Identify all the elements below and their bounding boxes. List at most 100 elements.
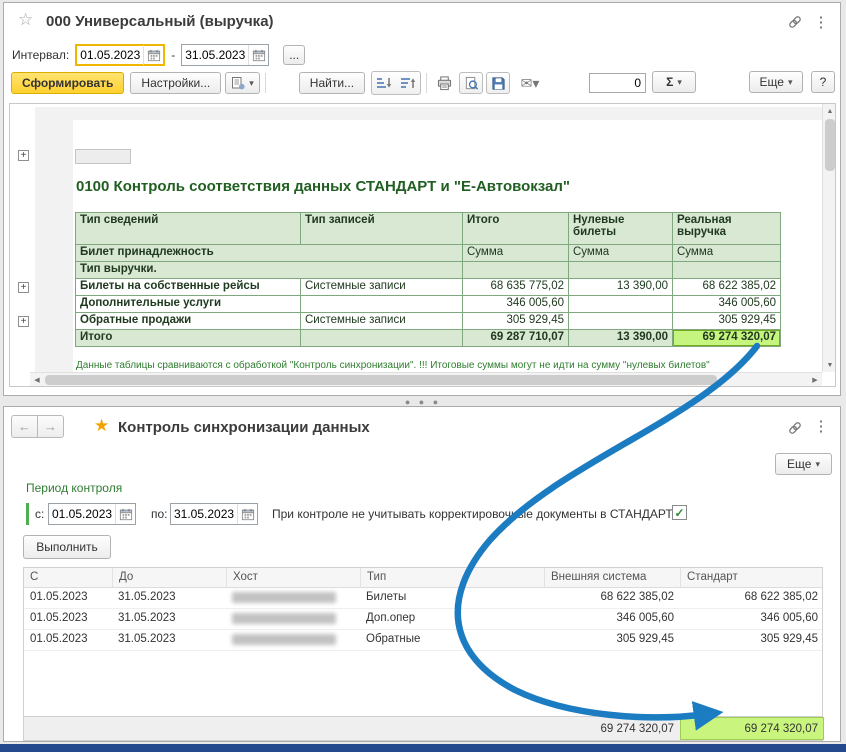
settings-button[interactable]: Настройки...: [130, 72, 221, 94]
table-row[interactable]: 01.05.2023 31.05.2023 Доп.опер 346 005,6…: [24, 609, 822, 630]
report-cell[interactable]: [301, 296, 463, 313]
report-col-header[interactable]: Тип сведений: [76, 213, 301, 245]
more-button[interactable]: Еще ▾: [749, 71, 803, 93]
interval-from-field[interactable]: [75, 44, 165, 66]
calendar-icon[interactable]: [248, 45, 268, 65]
report-cell[interactable]: 69 287 710,07: [463, 330, 569, 347]
interval-to-input[interactable]: [182, 46, 248, 64]
scroll-down-icon[interactable]: ▼: [823, 358, 836, 372]
favorite-star-icon[interactable]: ☆: [18, 10, 33, 30]
scroll-right-icon[interactable]: ▶: [808, 373, 822, 387]
report-cell[interactable]: 346 005,60: [673, 296, 781, 313]
mail-icon[interactable]: ✉▾: [513, 72, 547, 94]
link-icon[interactable]: [787, 420, 803, 436]
report-cell[interactable]: 346 005,60: [463, 296, 569, 313]
link-icon[interactable]: [787, 14, 803, 30]
report-cell[interactable]: Итого: [76, 330, 301, 347]
report-cell[interactable]: Системные записи: [301, 279, 463, 296]
report-variants-button[interactable]: ▾: [225, 72, 260, 94]
report-cell[interactable]: Тип выручки.: [76, 262, 463, 279]
col-header[interactable]: Хост: [226, 568, 360, 587]
col-header[interactable]: С: [24, 568, 112, 587]
vertical-scrollbar[interactable]: ▲ ▼: [822, 104, 836, 372]
print-icon[interactable]: [432, 72, 456, 94]
report-cell[interactable]: Сумма: [569, 245, 673, 262]
report-cell[interactable]: 68 622 385,02: [673, 279, 781, 296]
sum-button[interactable]: Σ ▾: [652, 71, 696, 93]
table-row[interactable]: 01.05.2023 31.05.2023 Билеты 68 622 385,…: [24, 588, 822, 609]
report-cell[interactable]: [673, 262, 781, 279]
report-col-header[interactable]: Нулевые билеты: [569, 213, 673, 245]
report-col-header[interactable]: Реальная выручка: [673, 213, 781, 245]
more-vertical-icon[interactable]: ⋮: [813, 14, 829, 30]
col-header[interactable]: Внешняя система: [544, 568, 680, 587]
report-cell[interactable]: Системные записи: [301, 313, 463, 330]
report-cell[interactable]: Билет принадлежность: [76, 245, 463, 262]
report-cell[interactable]: Билеты на собственные рейсы: [76, 279, 301, 296]
horizontal-scrollbar[interactable]: ◀ ▶: [30, 372, 822, 386]
more-vertical-icon[interactable]: ⋮: [813, 418, 829, 434]
report-cell[interactable]: Обратные продажи: [76, 313, 301, 330]
skip-corrections-checkbox[interactable]: ✓: [672, 505, 687, 520]
calendar-icon[interactable]: [115, 504, 135, 524]
expand-group-button[interactable]: +: [18, 150, 29, 161]
report-data-row: Билеты на собственные рейсы Системные за…: [76, 279, 781, 296]
run-button[interactable]: Выполнить: [23, 535, 111, 559]
interval-from-input[interactable]: [77, 46, 143, 64]
period-from-input[interactable]: [49, 505, 115, 523]
period-from-field[interactable]: [48, 503, 136, 525]
col-header[interactable]: Тип: [360, 568, 544, 587]
save-icon[interactable]: [486, 72, 510, 94]
report-cell[interactable]: [569, 262, 673, 279]
col-header[interactable]: Стандарт: [680, 568, 824, 587]
report-col-header[interactable]: Итого: [463, 213, 569, 245]
highlighted-total-cell[interactable]: 69 274 320,07: [673, 330, 781, 347]
collapsed-group-cell[interactable]: [75, 149, 131, 164]
forward-button[interactable]: →: [37, 415, 64, 438]
sync-table-header[interactable]: С До Хост Тип Внешняя система Стандарт: [24, 568, 822, 588]
report-cell[interactable]: 13 390,00: [569, 330, 673, 347]
interval-more-button[interactable]: ...: [283, 45, 305, 65]
back-button[interactable]: ←: [11, 415, 38, 438]
report-window-titlebar: ☆ 000 Универсальный (выручка) ⋮: [4, 3, 840, 39]
report-cell[interactable]: [569, 296, 673, 313]
sort-asc-icon[interactable]: [372, 72, 396, 94]
help-button[interactable]: ?: [811, 71, 835, 93]
favorite-star-icon[interactable]: ★: [94, 416, 109, 436]
report-col-header[interactable]: Тип записей: [301, 213, 463, 245]
report-cell[interactable]: Дополнительные услуги: [76, 296, 301, 313]
expand-group-button[interactable]: +: [18, 282, 29, 293]
scroll-up-icon[interactable]: ▲: [823, 104, 836, 118]
report-cell[interactable]: [301, 330, 463, 347]
generate-button[interactable]: Сформировать: [11, 72, 124, 94]
scrollbar-thumb[interactable]: [825, 119, 835, 171]
period-to-input[interactable]: [171, 505, 237, 523]
scrollbar-thumb[interactable]: [45, 375, 717, 385]
sort-desc-icon[interactable]: [396, 72, 420, 94]
cell-standard: 68 622 385,02: [680, 588, 824, 608]
sync-window-title: Контроль синхронизации данных: [118, 419, 370, 436]
calendar-icon[interactable]: [237, 504, 257, 524]
report-window: ☆ 000 Универсальный (выручка) ⋮ Интервал…: [3, 2, 841, 396]
cell-type: Доп.опер: [360, 609, 544, 629]
report-cell[interactable]: 68 635 775,02: [463, 279, 569, 296]
scroll-left-icon[interactable]: ◀: [30, 373, 44, 387]
report-cell[interactable]: 305 929,45: [673, 313, 781, 330]
calendar-icon[interactable]: [143, 45, 163, 65]
expand-group-button[interactable]: +: [18, 316, 29, 327]
report-cell[interactable]: [463, 262, 569, 279]
find-button[interactable]: Найти...: [299, 72, 365, 94]
report-footnote: Данные таблицы сравниваются с обработкой…: [76, 360, 710, 371]
report-cell[interactable]: 13 390,00: [569, 279, 673, 296]
report-cell[interactable]: 305 929,45: [463, 313, 569, 330]
report-cell[interactable]: Сумма: [463, 245, 569, 262]
table-row[interactable]: 01.05.2023 31.05.2023 Обратные 305 929,4…: [24, 630, 822, 651]
report-cell[interactable]: Сумма: [673, 245, 781, 262]
period-to-field[interactable]: [170, 503, 258, 525]
preview-icon[interactable]: [459, 72, 483, 94]
more-button[interactable]: Еще ▾: [775, 453, 832, 475]
report-cell[interactable]: [569, 313, 673, 330]
col-header[interactable]: До: [112, 568, 226, 587]
counter-input[interactable]: [589, 73, 646, 93]
interval-to-field[interactable]: [181, 44, 269, 66]
